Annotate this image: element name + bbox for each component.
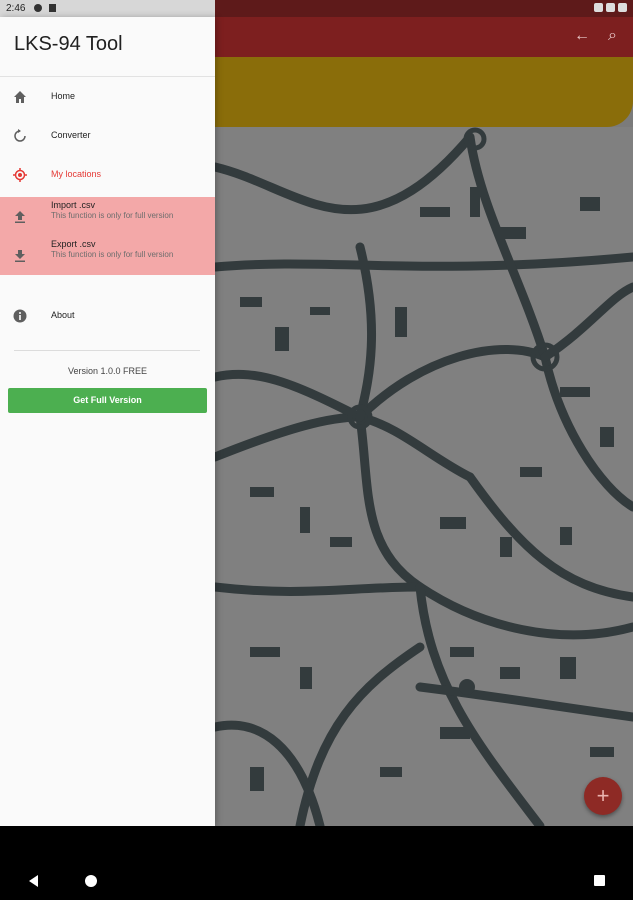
disabled-functions-block: Import .csv This function is only for fu… xyxy=(0,197,215,275)
back-arrow-icon[interactable]: ← xyxy=(574,27,594,47)
drawer-header-divider xyxy=(0,76,215,77)
drawer-item-about[interactable]: About xyxy=(0,297,215,336)
drawer-item-label: Home xyxy=(51,91,76,101)
download-icon xyxy=(15,250,25,262)
drawer-item-import-csv[interactable]: Import .csv This function is only for fu… xyxy=(0,197,215,236)
drawer-item-label: Converter xyxy=(51,130,91,140)
status-icons xyxy=(594,3,627,12)
signal-icon xyxy=(606,3,615,12)
drawer-item-label: About xyxy=(51,310,75,320)
nav-home-icon[interactable] xyxy=(85,875,97,887)
drawer-item-label: Export .csv xyxy=(51,239,96,249)
sd-card-icon xyxy=(49,4,56,12)
drawer-item-sublabel: This function is only for full version xyxy=(51,250,174,259)
drawer-item-sublabel: This function is only for full version xyxy=(51,211,174,220)
navigation-drawer: LKS-94 Tool Home Converter My locations … xyxy=(0,17,215,826)
search-icon[interactable]: ⌕ xyxy=(608,27,628,47)
system-nav-bar xyxy=(0,826,633,900)
status-bar: 2:46 xyxy=(0,0,633,17)
target-location-icon xyxy=(13,168,27,182)
drawer-item-label: My locations xyxy=(51,169,102,179)
drawer-divider xyxy=(14,350,200,351)
refresh-icon xyxy=(14,129,26,142)
battery-icon xyxy=(618,3,627,12)
drawer-item-converter[interactable]: Converter xyxy=(0,117,215,156)
info-icon xyxy=(13,309,27,323)
drawer-title: LKS-94 Tool xyxy=(14,33,123,55)
drawer-item-label: Import .csv xyxy=(51,200,96,210)
nav-recents-icon[interactable] xyxy=(594,875,605,886)
drawer-item-my-locations[interactable]: My locations xyxy=(0,156,215,195)
drawer-item-export-csv[interactable]: Export .csv This function is only for fu… xyxy=(0,236,215,275)
add-location-fab[interactable]: + xyxy=(584,777,622,815)
nav-back-icon[interactable] xyxy=(29,875,38,887)
drawer-item-home[interactable]: Home xyxy=(0,78,215,117)
home-icon xyxy=(14,91,26,103)
sync-status-icon xyxy=(34,4,42,12)
upload-icon xyxy=(15,211,25,223)
version-text: Version 1.0.0 FREE xyxy=(67,366,148,376)
wifi-icon xyxy=(594,3,603,12)
get-full-version-button[interactable]: Get Full Version xyxy=(8,388,207,413)
status-time: 2:46 xyxy=(6,3,26,14)
status-left: 2:46 xyxy=(0,0,215,17)
info-banner xyxy=(190,57,633,127)
